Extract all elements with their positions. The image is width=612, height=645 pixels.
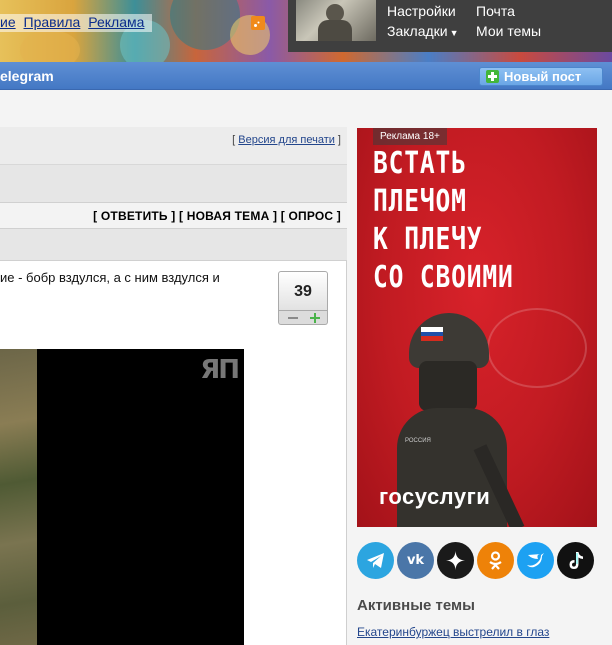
minus-icon[interactable] [288,317,298,319]
post-rating: 39 [278,271,328,326]
header-links: ие Правила Реклама [0,14,153,32]
russian-flag-icon [421,327,443,341]
header-link-rules[interactable]: Правила [24,14,81,30]
avatar[interactable] [296,0,376,41]
ad-headline-line: К ПЛЕЧУ [373,222,483,257]
ad-headline-line: ПЛЕЧОМ [373,184,467,219]
topic-header-row: [ Версия для печати ] [0,127,347,165]
twitter-icon[interactable] [517,542,554,579]
mail-link[interactable]: Почта [476,3,515,19]
print-bracket-close: ] [334,134,341,146]
rating-controls [278,311,328,325]
topic-actions-row: [ ОТВЕТИТЬ ] [ НОВАЯ ТЕМА ] [ ОПРОС ] [0,203,347,229]
telegram-icon[interactable] [357,542,394,579]
header-link-partial[interactable]: ие [0,14,16,30]
active-topic-link[interactable]: Екатеринбуржец выстрелил в глаз [357,625,549,639]
ad-label: Реклама 18+ [373,128,447,145]
reply-button[interactable]: [ ОТВЕТИТЬ ] [93,209,175,223]
flag-caption: РОССИЯ [405,438,431,444]
tiktok-icon[interactable] [557,542,594,579]
plus-icon [486,70,499,83]
ad-headline-line: ВСТАТЬ [373,146,467,181]
topic-actions: [ ОТВЕТИТЬ ] [ НОВАЯ ТЕМА ] [ ОПРОС ] [93,209,341,223]
active-topics-heading: Активные темы [357,597,475,614]
zen-icon[interactable] [437,542,474,579]
nav-title[interactable]: elegram [0,68,54,84]
vk-icon[interactable]: vk [397,542,434,579]
header-art [170,0,240,50]
ad-headline-line: СО СВОИМИ [373,260,514,295]
post-author-row [0,229,347,261]
rss-icon[interactable] [251,16,265,30]
nav-bar: elegram Новый пост [0,62,612,90]
odnoklassniki-icon[interactable] [477,542,514,579]
video-player[interactable]: ЯП [0,349,244,645]
new-post-label: Новый пост [504,69,582,84]
face-image [419,361,477,411]
settings-link[interactable]: Настройки [387,3,456,19]
sidebar-ad-banner[interactable]: Реклама 18+ ВСТАТЬ ПЛЕЧОМ К ПЛЕЧУ СО СВО… [357,128,597,527]
yap-logo-icon: ЯП [200,355,240,385]
poll-button[interactable]: [ ОПРОС ] [281,209,341,223]
header-art [20,30,80,62]
site-header: ие Правила Реклама Настройки Почта Закла… [0,0,612,62]
print-version-link[interactable]: Версия для печати [238,134,335,146]
plus-icon[interactable] [310,313,320,323]
new-topic-button[interactable]: [ НОВАЯ ТЕМА ] [179,209,277,223]
bookmarks-dropdown[interactable]: Закладки ▼ [387,23,459,39]
my-topics-link[interactable]: Мои темы [476,23,541,39]
header-link-ads[interactable]: Реклама [88,14,144,30]
gosuslugi-logo: госуслуги [379,484,491,509]
bookmarks-label: Закладки [387,23,448,39]
topic-main: [ Версия для печати ] [ ОТВЕТИТЬ ] [ НОВ… [0,127,347,645]
caret-down-icon: ▼ [449,28,459,38]
rating-value: 39 [278,271,328,311]
topic-title-row [0,165,347,203]
video-frame [0,349,37,645]
new-post-button[interactable]: Новый пост [479,67,603,86]
post-text: ие - бобр вздулся, а с ним вздулся и [0,270,220,285]
print-version: [ Версия для печати ] [232,134,341,146]
helmet-image [409,313,489,368]
